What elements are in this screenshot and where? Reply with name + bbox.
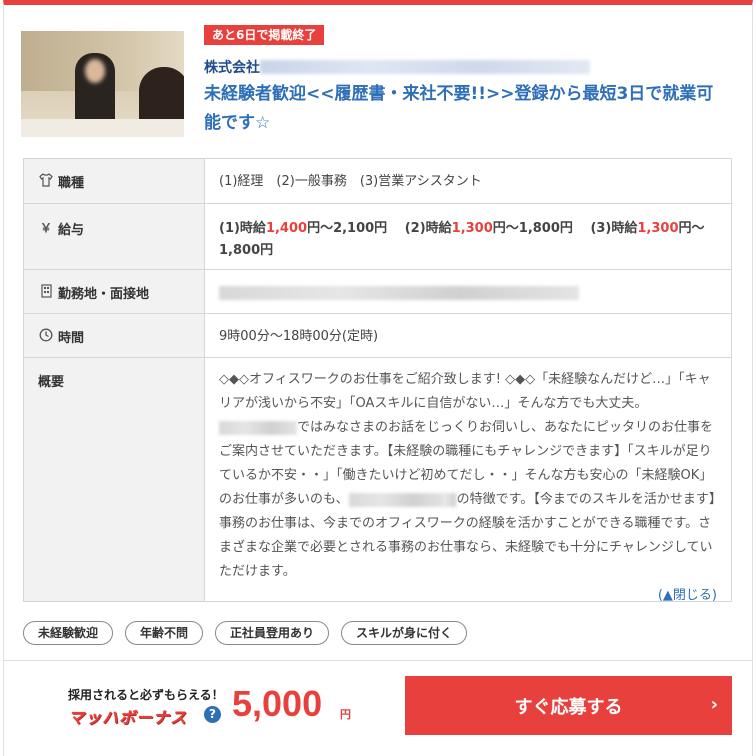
shirt-icon bbox=[38, 172, 54, 188]
tag-fulltime-promotion[interactable]: 正社員登用あり bbox=[215, 621, 330, 645]
building-icon bbox=[38, 283, 54, 299]
salary-2-prefix: (2)時給 bbox=[404, 221, 452, 236]
hours-value: 9時00分～18時00分(定時) bbox=[219, 329, 379, 344]
company-name-redacted bbox=[260, 60, 590, 74]
apply-button[interactable]: すぐ応募する › bbox=[405, 676, 732, 735]
bonus-unit: 円 bbox=[340, 708, 351, 721]
hours-header: 時間 bbox=[24, 314, 205, 357]
row-job-type: 職種 (1)経理 (2)一般事務 (3)営業アシスタント bbox=[24, 159, 731, 204]
salary-3-prefix: (3)時給 bbox=[590, 221, 638, 236]
bonus-amount: 5,000 bbox=[232, 683, 323, 724]
yen-icon: ￥ bbox=[39, 220, 52, 235]
job-type-header: 職種 bbox=[24, 159, 205, 203]
overview-text: ◇◆◇オフィスワークのお仕事をご紹介致します! ◇◆◇「未経験なんだけど…」「キ… bbox=[219, 368, 717, 584]
hours-label: 時間 bbox=[58, 331, 85, 346]
overview-text-a: ◇◆◇オフィスワークのお仕事をご紹介致します! ◇◆◇「未経験なんだけど…」「キ… bbox=[219, 372, 711, 411]
location-redacted bbox=[219, 285, 579, 300]
salary-2-rest: 円～1,800円 bbox=[492, 221, 586, 236]
clock-icon bbox=[38, 327, 54, 343]
overview-header: 概要 bbox=[24, 358, 205, 601]
salary-1-low: 1,400 bbox=[265, 221, 308, 236]
footer-divider bbox=[4, 660, 752, 661]
job-title[interactable]: 未経験者歓迎<<履歴書・来社不要!!>>登録から最短3日で就業可能です☆ bbox=[204, 80, 729, 138]
row-hours: 時間 9時00分～18時00分(定時) bbox=[24, 314, 731, 358]
tag-inexperienced-welcome[interactable]: 未経験歓迎 bbox=[23, 621, 114, 645]
tag-list: 未経験歓迎 年齢不問 正社員登用あり スキルが身に付く bbox=[23, 621, 468, 645]
job-type-value: (1)経理 (2)一般事務 (3)営業アシスタント bbox=[219, 174, 482, 189]
company-redacted-1 bbox=[219, 420, 297, 435]
salary-2-low: 1,300 bbox=[451, 221, 493, 236]
location-label: 勤務地・面接地 bbox=[58, 287, 150, 302]
company-redacted-3 bbox=[444, 492, 457, 507]
location-value bbox=[205, 270, 731, 313]
company-name: 株式会社 bbox=[204, 60, 260, 76]
tag-age-any[interactable]: 年齢不問 bbox=[125, 621, 204, 645]
overview-label: 概要 bbox=[38, 375, 65, 390]
help-icon[interactable]: ? bbox=[204, 706, 221, 723]
bonus-logo: マッハボーナス bbox=[68, 708, 188, 727]
row-salary: ￥ 給与 (1)時給1,400円～2,100円 (2)時給1,300円～1,80… bbox=[24, 204, 731, 270]
overview-value: ◇◆◇オフィスワークのお仕事をご紹介致します! ◇◆◇「未経験なんだけど…」「キ… bbox=[205, 358, 731, 603]
bonus-caption: 採用されると必ずもらえる！ bbox=[68, 688, 224, 702]
salary-value: (1)時給1,400円～2,100円 (2)時給1,300円～1,800円 (3… bbox=[205, 204, 731, 269]
apply-button-label: すぐ応募する bbox=[514, 696, 623, 718]
salary-1-prefix: (1)時給 bbox=[219, 221, 266, 236]
close-link[interactable]: (▲閉じる) bbox=[219, 585, 717, 607]
tag-skill-gain[interactable]: スキルが身に付く bbox=[341, 621, 468, 645]
job-details-table: 職種 (1)経理 (2)一般事務 (3)営業アシスタント ￥ 給与 (1)時給1… bbox=[23, 158, 732, 603]
company-redacted-2 bbox=[348, 492, 445, 507]
row-location: 勤務地・面接地 bbox=[24, 270, 731, 314]
salary-header: ￥ 給与 bbox=[24, 204, 205, 269]
chevron-right-icon: › bbox=[710, 694, 718, 715]
location-header: 勤務地・面接地 bbox=[24, 270, 205, 313]
job-type-label: 職種 bbox=[58, 176, 85, 191]
salary-3-low: 1,300 bbox=[637, 221, 679, 236]
salary-label: 給与 bbox=[58, 223, 85, 238]
job-photo[interactable] bbox=[21, 31, 184, 137]
deadline-badge: あと6日で掲載終了 bbox=[204, 25, 325, 45]
row-overview: 概要 ◇◆◇オフィスワークのお仕事をご紹介致します! ◇◆◇「未経験なんだけど…… bbox=[24, 358, 731, 603]
salary-1-rest: 円～2,100円 bbox=[307, 221, 401, 236]
company-line: 株式会社 bbox=[204, 56, 590, 78]
